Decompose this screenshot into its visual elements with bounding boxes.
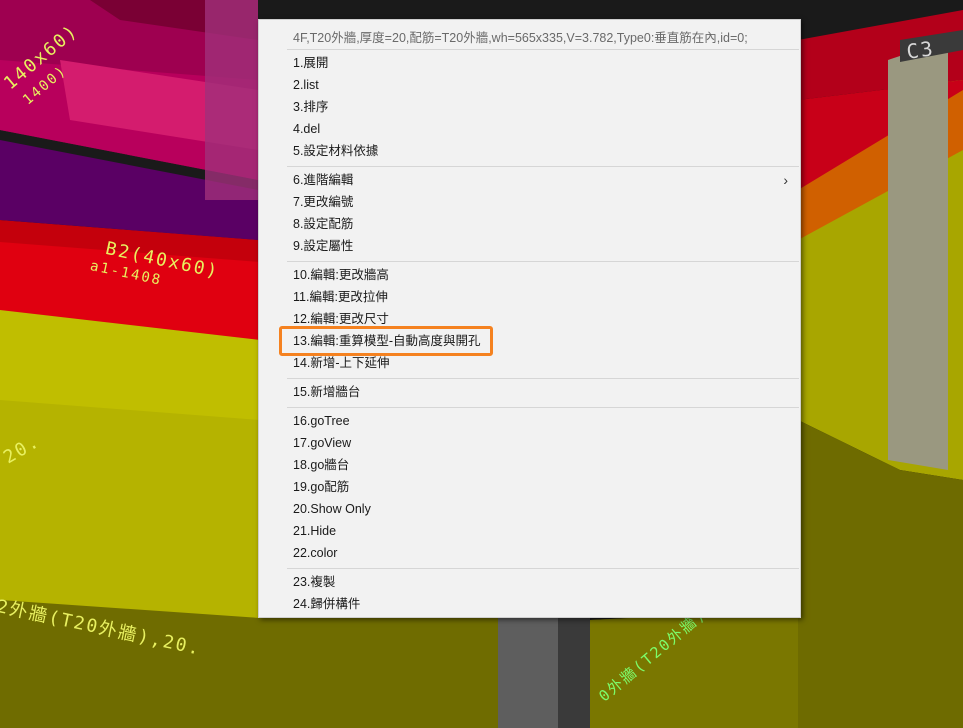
menu-item-list[interactable]: 2.list [261,74,798,96]
menu-item-set-rebar[interactable]: 8.設定配筋 [261,213,798,235]
menu-item-add-wall-base[interactable]: 15.新增牆台 [261,381,798,403]
menu-item-change-extrude[interactable]: 11.編輯:更改拉伸 [261,286,798,308]
menu-item-expand[interactable]: 1.展開 [261,52,798,74]
menu-separator [287,261,799,262]
menu-item-color[interactable]: 22.color [261,542,798,564]
menu-separator [287,568,799,569]
menu-separator [287,407,799,408]
menu-item-change-wall-height[interactable]: 10.編輯:更改牆高 [261,264,798,286]
menu-item-change-number[interactable]: 7.更改編號 [261,191,798,213]
menu-item-go-view[interactable]: 17.goView [261,432,798,454]
menu-item-go-rebar[interactable]: 19.go配筋 [261,476,798,498]
menu-item-go-wall-base[interactable]: 18.go牆台 [261,454,798,476]
menu-item-del[interactable]: 4.del [261,118,798,140]
menu-item-show-only[interactable]: 20.Show Only [261,498,798,520]
menu-item-hide[interactable]: 21.Hide [261,520,798,542]
menu-item-set-material[interactable]: 5.設定材料依據 [261,140,798,162]
menu-item-sort[interactable]: 3.排序 [261,96,798,118]
menu-header: 4F,T20外牆,厚度=20,配筋=T20外牆,wh=565x335,V=3.7… [293,31,748,45]
menu-separator [287,49,799,50]
highlight-box [279,326,493,356]
menu-item-set-properties[interactable]: 9.設定屬性 [261,235,798,257]
menu-item-merge-members[interactable]: 24.歸併構件 [261,593,798,615]
chevron-right-icon: › [783,172,788,188]
menu-separator [287,378,799,379]
menu-item-copy[interactable]: 23.複製 [261,571,798,593]
menu-item-advanced-edit[interactable]: 6.進階編輯 › [261,169,798,191]
context-menu: 4F,T20外牆,厚度=20,配筋=T20外牆,wh=565x335,V=3.7… [258,19,801,618]
label-c3: C3 [905,36,937,64]
menu-separator [287,166,799,167]
menu-item-go-tree[interactable]: 16.goTree [261,410,798,432]
